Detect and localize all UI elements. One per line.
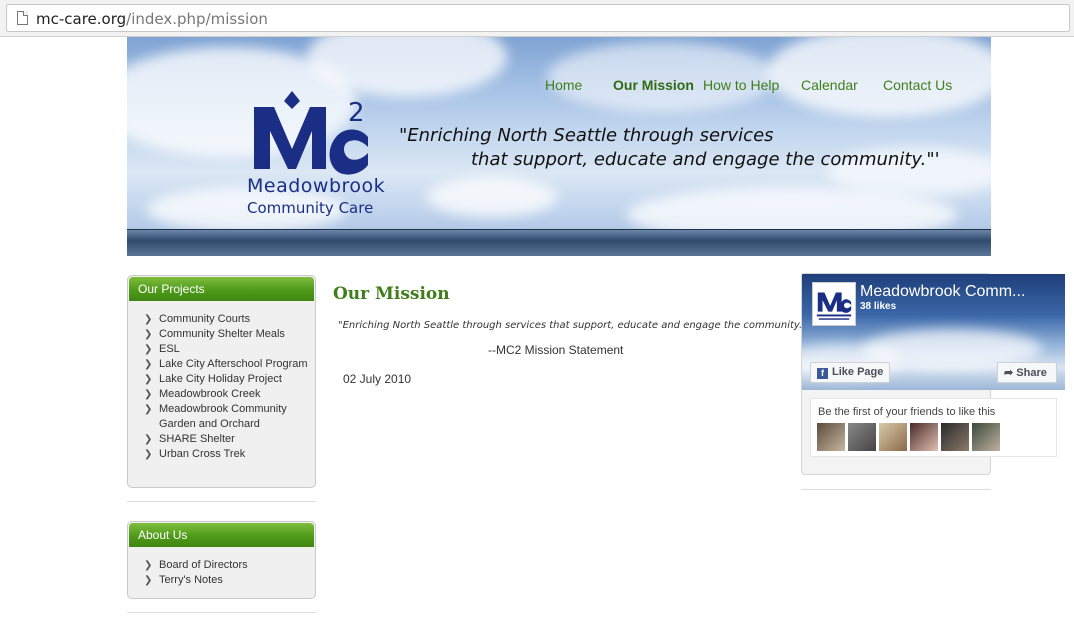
about-panel-title: About Us xyxy=(129,523,314,547)
project-link[interactable]: ❯ Lake City Holiday Project xyxy=(142,372,315,387)
project-link[interactable]: ❯ Meadowbrook Community Garden and Orchar… xyxy=(142,402,315,432)
nav-contact-us[interactable]: Contact Us xyxy=(883,77,952,93)
like-page-button[interactable]: f Like Page xyxy=(810,362,890,383)
chevron-right-icon: ❯ xyxy=(144,560,153,571)
page-icon xyxy=(17,11,28,25)
chevron-right-icon: ❯ xyxy=(144,329,153,340)
project-link[interactable]: ❯ Urban Cross Trek xyxy=(142,447,315,462)
facebook-friends-panel: Be the first of your friends to like thi… xyxy=(810,398,1057,457)
tagline-line-1: "Enriching North Seattle through service… xyxy=(399,125,774,146)
project-link[interactable]: ❯ Lake City Afterschool Program xyxy=(142,357,315,372)
mission-attribution: --MC2 Mission Statement xyxy=(488,343,624,357)
header-banner: Home Our Mission How to Help Calendar Co… xyxy=(127,37,991,256)
share-button[interactable]: ➦ Share xyxy=(997,362,1057,383)
project-link[interactable]: ❯ Community Shelter Meals xyxy=(142,327,315,342)
facebook-page-avatar[interactable] xyxy=(812,282,856,326)
facebook-page-plugin: Meadowbrook Comm... 38 likes f Like Page … xyxy=(802,274,1065,390)
divider xyxy=(801,489,991,490)
nav-calendar[interactable]: Calendar xyxy=(801,77,858,93)
url-text: mc-care.org/index.php/mission xyxy=(36,10,268,28)
chevron-right-icon: ❯ xyxy=(144,389,153,400)
liker-avatar[interactable] xyxy=(817,423,845,451)
divider xyxy=(127,501,316,502)
chevron-right-icon: ❯ xyxy=(144,344,153,355)
chevron-right-icon: ❯ xyxy=(144,359,153,370)
about-link[interactable]: ❯ Terry's Notes xyxy=(142,573,315,588)
chevron-right-icon: ❯ xyxy=(144,374,153,385)
about-panel: About Us ❯ Board of Directors ❯ Terry's No… xyxy=(127,521,316,599)
liker-avatar[interactable] xyxy=(972,423,1000,451)
publish-date: 02 July 2010 xyxy=(343,372,412,386)
liker-avatar[interactable] xyxy=(879,423,907,451)
about-list: ❯ Board of Directors ❯ Terry's Notes xyxy=(128,548,315,594)
chevron-right-icon: ❯ xyxy=(144,404,153,415)
chevron-right-icon: ❯ xyxy=(144,575,153,586)
projects-panel: Our Projects ❯ Community Courts ❯ Communit… xyxy=(127,275,316,488)
tagline-line-2: that support, educate and engage the com… xyxy=(471,149,940,170)
facebook-like-count: 38 likes xyxy=(860,301,897,312)
logo-name: Meadowbrook xyxy=(247,175,386,197)
projects-list: ❯ Community Courts ❯ Community Shelter Mea… xyxy=(128,302,315,468)
facebook-icon: f xyxy=(817,368,828,379)
project-link[interactable]: ❯ Community Courts xyxy=(142,312,315,327)
project-link[interactable]: ❯ SHARE Shelter xyxy=(142,432,315,447)
logo-subtitle: Community Care xyxy=(247,199,374,217)
about-link[interactable]: ❯ Board of Directors xyxy=(142,558,315,573)
friends-like-text: Be the first of your friends to like thi… xyxy=(818,406,996,418)
url-field[interactable]: mc-care.org/index.php/mission xyxy=(6,4,1070,32)
share-arrow-icon: ➦ xyxy=(1004,367,1017,379)
project-link[interactable]: ❯ ESL xyxy=(142,342,315,357)
chevron-right-icon: ❯ xyxy=(144,434,153,445)
url-path: /index.php/mission xyxy=(126,10,268,28)
divider xyxy=(127,612,316,613)
chevron-right-icon: ❯ xyxy=(144,449,153,460)
nav-how-to-help[interactable]: How to Help xyxy=(703,77,779,93)
project-link[interactable]: ❯ Meadowbrook Creek xyxy=(142,387,315,402)
facebook-page-name[interactable]: Meadowbrook Comm... xyxy=(860,283,1025,301)
liker-avatar[interactable] xyxy=(910,423,938,451)
projects-panel-title: Our Projects xyxy=(129,277,314,301)
nav-our-mission[interactable]: Our Mission xyxy=(613,77,694,93)
svg-text:2: 2 xyxy=(348,98,365,128)
liker-avatar[interactable] xyxy=(941,423,969,451)
chevron-right-icon: ❯ xyxy=(144,314,153,325)
nav-home[interactable]: Home xyxy=(545,77,582,93)
url-domain: mc-care.org xyxy=(36,10,127,28)
mission-quote: "Enriching North Seattle through service… xyxy=(338,320,807,331)
browser-address-bar: mc-care.org/index.php/mission xyxy=(0,0,1074,37)
page-title: Our Mission xyxy=(333,284,450,304)
liker-avatar[interactable] xyxy=(848,423,876,451)
